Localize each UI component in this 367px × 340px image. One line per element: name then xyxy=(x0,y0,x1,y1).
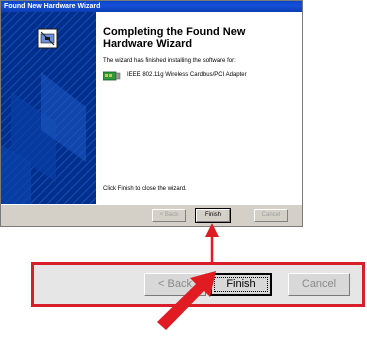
finish-button[interactable]: Finish xyxy=(195,208,231,223)
zoomed-finish-button: Finish xyxy=(210,273,272,296)
zoomed-cancel-button: Cancel xyxy=(288,273,350,296)
wizard-banner xyxy=(1,12,96,204)
window-title: Found New Hardware Wizard xyxy=(4,3,101,10)
button-bar: < Back Finish Cancel xyxy=(1,204,302,226)
device-name: IEEE 802.11g Wireless Cardbus/PCI Adapte… xyxy=(127,72,247,78)
page-title: Completing the Found New Hardware Wizard xyxy=(103,26,246,50)
cancel-button[interactable]: Cancel xyxy=(254,209,288,222)
back-button[interactable]: < Back xyxy=(152,209,186,222)
network-adapter-icon xyxy=(103,71,121,81)
status-text: The wizard has finished installing the s… xyxy=(103,58,236,64)
close-hint-text: Click Finish to close the wizard. xyxy=(103,186,187,192)
wizard-window: Found New Hardware Wizard Completing the… xyxy=(0,0,303,227)
up-arrow-icon xyxy=(205,223,219,263)
zoomed-callout: < Back Finish Cancel xyxy=(31,262,365,307)
banner-art xyxy=(1,12,96,204)
wizard-content: Completing the Found New Hardware Wizard… xyxy=(99,12,302,204)
zoomed-back-button: < Back xyxy=(144,273,206,296)
title-bar: Found New Hardware Wizard xyxy=(1,1,302,12)
wizard-logo-icon xyxy=(37,28,58,49)
